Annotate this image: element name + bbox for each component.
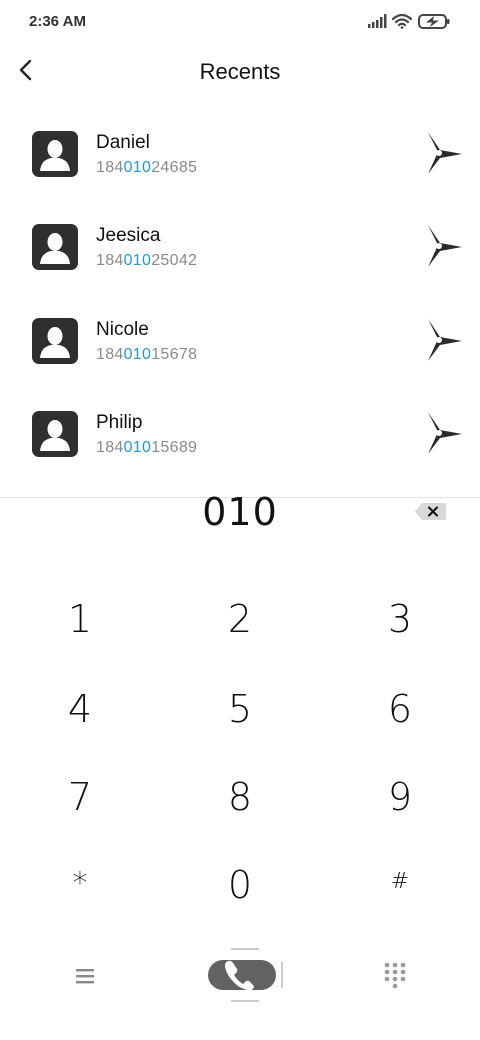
person-icon: [40, 326, 70, 358]
key-hash[interactable]: #: [340, 839, 460, 923]
number-match: 010: [123, 159, 152, 176]
send-arrow-icon: [428, 412, 462, 455]
status-icons: [368, 12, 454, 32]
number-prefix: 184: [96, 439, 124, 457]
number-suffix: 24685: [151, 159, 198, 176]
signal-icon: [368, 14, 387, 28]
person-icon: [40, 420, 70, 452]
avatar: [32, 224, 78, 271]
key-label: #: [390, 868, 410, 894]
contact-action-button[interactable]: [424, 130, 464, 176]
key-label: *: [72, 865, 88, 901]
contact-number: 18401025042: [96, 252, 197, 270]
send-arrow-icon: [428, 318, 462, 361]
contact-name: Philip: [96, 412, 143, 434]
key-6[interactable]: 6: [340, 667, 460, 751]
number-suffix: 15689: [151, 439, 198, 457]
wifi-icon: [391, 13, 413, 29]
contact-name: Jeesica: [96, 225, 161, 247]
list-item[interactable]: Nicole 18401015678: [0, 295, 480, 388]
contact-name: Nicole: [96, 318, 149, 340]
number-match: 010: [123, 252, 152, 270]
avatar: [32, 411, 78, 458]
contact-name: Daniel: [96, 132, 150, 153]
backspace-icon: [415, 503, 446, 520]
key-star[interactable]: *: [20, 841, 140, 925]
list-item[interactable]: Jeesica 18401025042: [0, 201, 480, 294]
key-4[interactable]: 4: [20, 667, 140, 751]
contact-number: 18401015689: [96, 439, 197, 457]
avatar: [32, 317, 78, 364]
avatar: [32, 131, 78, 177]
number-match: 010: [123, 345, 152, 363]
number-match: 010: [123, 439, 152, 457]
dialpad-icon: [384, 962, 406, 989]
menu-icon: [76, 969, 94, 984]
key-2[interactable]: 2: [180, 577, 300, 661]
menu-button[interactable]: [68, 962, 102, 990]
key-5[interactable]: 5: [180, 667, 300, 751]
key-label: 5: [227, 687, 253, 731]
person-icon: [40, 233, 70, 265]
contact-action-button[interactable]: [424, 317, 464, 363]
send-arrow-icon: [428, 225, 462, 268]
bottom-bar: [0, 940, 480, 1010]
key-1[interactable]: 1: [20, 577, 140, 661]
dialpad-toggle-button[interactable]: [380, 960, 410, 990]
status-time: 2:36 AM: [29, 13, 86, 30]
contact-action-button[interactable]: [424, 410, 464, 456]
key-8[interactable]: 8: [180, 755, 300, 839]
page-title: Recents: [199, 59, 281, 84]
key-9[interactable]: 9: [340, 755, 460, 839]
list-item[interactable]: Daniel 18401024685: [0, 108, 480, 201]
number-suffix: 15678: [151, 345, 198, 363]
contact-number: 18401015678: [96, 346, 197, 364]
contact-number: 18401024685: [96, 159, 197, 177]
person-icon: [40, 140, 70, 171]
list-item[interactable]: Philip 18401015689: [0, 388, 480, 481]
send-arrow-icon: [428, 132, 462, 174]
key-label: 0: [227, 863, 253, 907]
key-7[interactable]: 7: [20, 755, 140, 839]
number-prefix: 184: [96, 159, 124, 176]
key-label: 1: [67, 597, 93, 641]
key-label: 6: [387, 687, 413, 731]
call-button[interactable]: [198, 948, 284, 1002]
key-label: 4: [67, 687, 93, 731]
contact-action-button[interactable]: [424, 223, 464, 269]
recents-list: Daniel 18401024685 Jeesica 18401025042 N…: [0, 108, 480, 482]
key-label: 8: [227, 775, 253, 819]
number-suffix: 25042: [151, 252, 198, 270]
dial-input-display[interactable]: 010: [0, 490, 480, 534]
key-0[interactable]: 0: [180, 843, 300, 927]
battery-charging-icon: [418, 14, 450, 29]
status-bar: 2:36 AM: [0, 0, 480, 44]
number-prefix: 184: [96, 252, 124, 270]
key-label: 7: [67, 775, 93, 819]
backspace-button[interactable]: [414, 502, 447, 521]
key-label: 3: [387, 597, 413, 641]
number-prefix: 184: [96, 345, 124, 363]
key-3[interactable]: 3: [340, 577, 460, 661]
key-label: 9: [387, 775, 413, 819]
app-header: Recents: [0, 44, 480, 100]
key-label: 2: [227, 597, 253, 641]
